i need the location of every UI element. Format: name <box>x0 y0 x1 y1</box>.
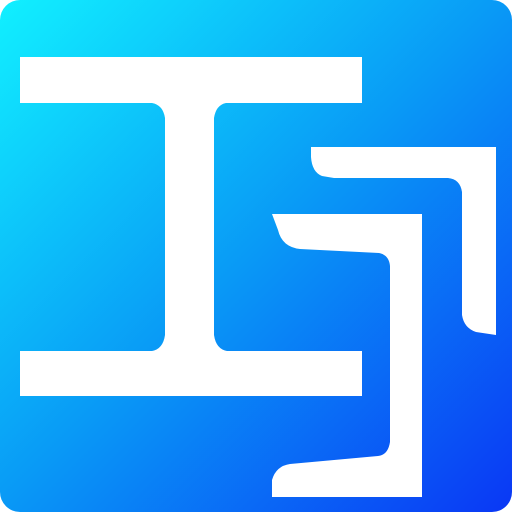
steel-profile-app-icon <box>0 0 512 512</box>
app-icon-container <box>0 0 512 512</box>
